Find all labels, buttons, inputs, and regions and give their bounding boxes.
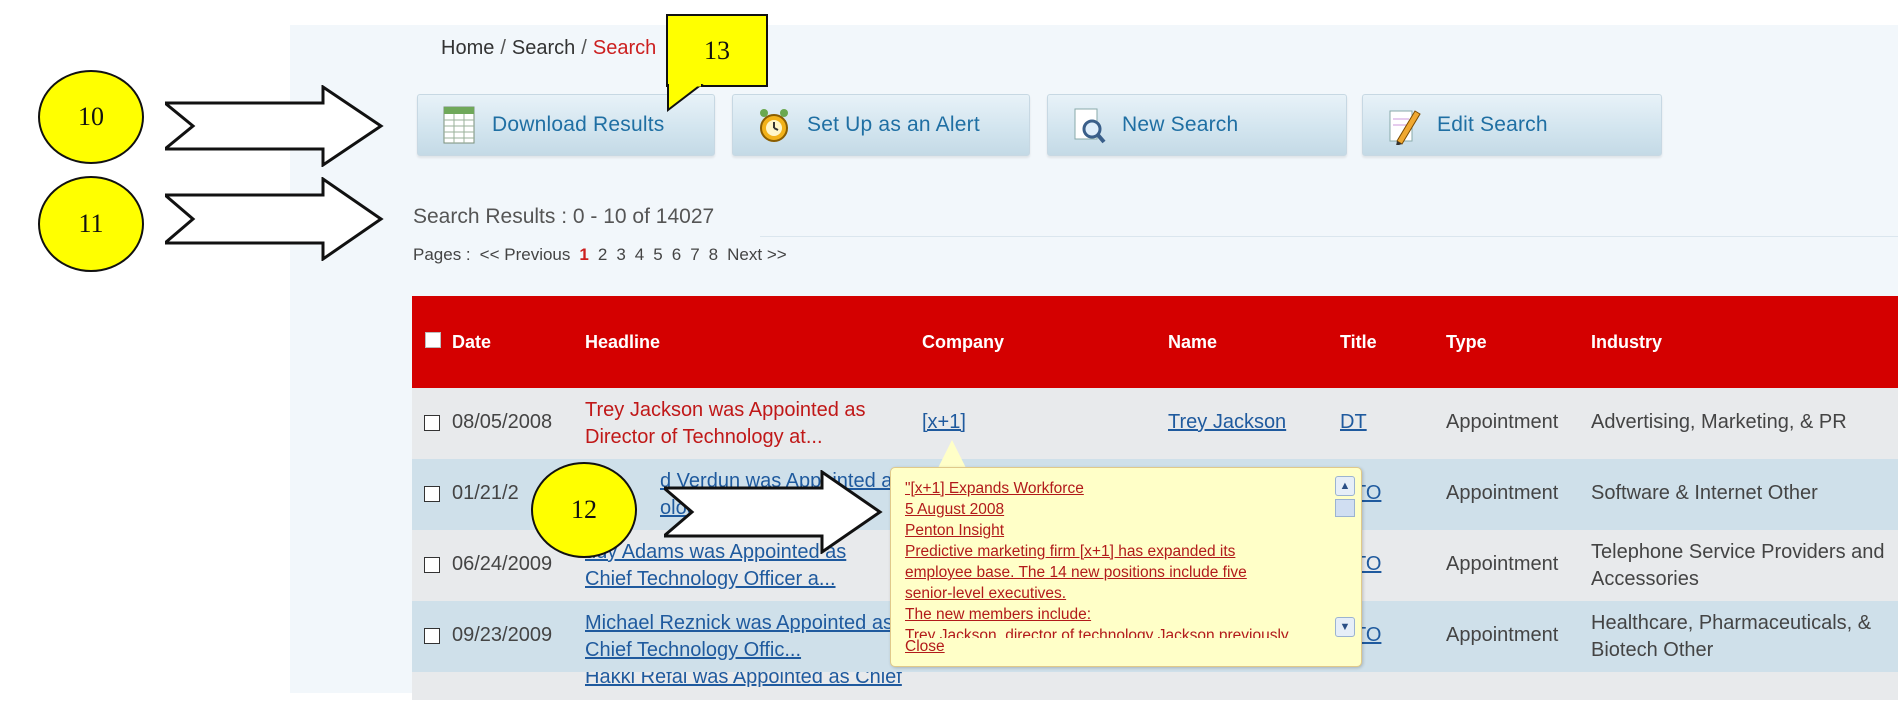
breadcrumb-search[interactable]: Search — [512, 37, 575, 59]
row-industry: Healthcare, Pharmaceuticals, & Biotech Ot… — [1591, 612, 1872, 661]
breadcrumb-current: Search — [592, 37, 657, 59]
col-headline[interactable]: Headline — [585, 332, 660, 353]
spreadsheet-icon — [442, 105, 476, 145]
set-up-alert-label: Set Up as an Alert — [807, 113, 980, 136]
page-link-8[interactable]: 8 — [709, 245, 718, 265]
download-results-label: Download Results — [492, 113, 665, 136]
annotation-11: 11 — [38, 176, 144, 272]
row-date: 09/23/2009 — [452, 624, 553, 646]
row-type: Appointment — [1446, 624, 1559, 646]
row-title[interactable]: DT — [1340, 411, 1367, 434]
row-headline[interactable]: Hakki Refai was Appointed as Chief — [585, 672, 902, 689]
row-date: 08/05/2008 — [452, 411, 553, 433]
breadcrumb: Home / Search / Search — [441, 37, 657, 59]
arrow-right-icon — [165, 177, 384, 261]
breadcrumb-home[interactable]: Home — [441, 37, 494, 59]
callout-tail — [667, 84, 704, 112]
row-date: 01/21/2 — [452, 482, 519, 504]
row-industry: Advertising, Marketing, & PR — [1591, 411, 1847, 433]
popup-scrollbar[interactable]: ▲ ▼ — [1335, 476, 1357, 640]
table-header: Date Headline Company Name Title Type In… — [412, 296, 1898, 388]
edit-search-button[interactable]: Edit Search — [1362, 94, 1662, 156]
previous-link[interactable]: << Previous — [480, 245, 571, 265]
pages-label: Pages : — [413, 245, 471, 264]
row-type: Appointment — [1446, 482, 1559, 504]
row-checkbox[interactable] — [424, 628, 440, 644]
page-link-3[interactable]: 3 — [616, 245, 625, 265]
row-headline[interactable]: Michael Reznick was Appointed as Chief Te… — [585, 610, 893, 664]
row-industry: Telephone Service Providers and Accessori… — [1591, 541, 1885, 590]
row-type: Appointment — [1446, 553, 1559, 575]
table-row: 08/05/2008 Trey Jackson was Appointed as… — [412, 388, 1898, 459]
row-type: Appointment — [1446, 411, 1559, 433]
next-link[interactable]: Next >> — [727, 245, 787, 265]
pagination: Pages : << Previous 1 2 3 4 5 6 7 8 Next… — [413, 245, 787, 265]
row-checkbox[interactable] — [424, 486, 440, 502]
row-headline[interactable]: Trey Jackson was Appointed as Director of… — [585, 397, 866, 451]
divider — [760, 236, 1898, 237]
page-link-7[interactable]: 7 — [690, 245, 699, 265]
alarm-clock-icon — [757, 105, 791, 145]
col-type[interactable]: Type — [1446, 332, 1487, 353]
row-industry: Software & Internet Other — [1591, 482, 1818, 504]
results-count: Search Results : 0 - 10 of 14027 — [413, 205, 715, 228]
magnifier-document-icon — [1072, 105, 1106, 145]
annotation-12: 12 — [531, 462, 637, 558]
popup-pointer — [938, 440, 966, 468]
scroll-thumb[interactable] — [1335, 499, 1355, 517]
new-search-label: New Search — [1122, 113, 1239, 136]
col-date[interactable]: Date — [452, 332, 491, 353]
page-link-5[interactable]: 5 — [653, 245, 662, 265]
row-date: 06/24/2009 — [452, 553, 553, 575]
arrow-right-icon — [664, 470, 883, 554]
annotation-10: 10 — [38, 70, 144, 164]
arrow-right-icon — [165, 85, 384, 167]
company-news-popup: "[x+1] Expands Workforce 5 August 2008 P… — [890, 467, 1362, 667]
row-checkbox[interactable] — [424, 415, 440, 431]
page-link-2[interactable]: 2 — [598, 245, 607, 265]
popup-content[interactable]: "[x+1] Expands Workforce 5 August 2008 P… — [905, 478, 1315, 638]
edit-search-label: Edit Search — [1437, 113, 1548, 136]
page-link-4[interactable]: 4 — [635, 245, 644, 265]
scroll-up-icon[interactable]: ▲ — [1335, 476, 1355, 496]
scroll-down-icon[interactable]: ▼ — [1335, 617, 1355, 637]
col-name[interactable]: Name — [1168, 332, 1217, 353]
set-up-alert-button[interactable]: Set Up as an Alert — [732, 94, 1030, 156]
page-link-1[interactable]: 1 — [579, 245, 588, 265]
new-search-button[interactable]: New Search — [1047, 94, 1347, 156]
col-title[interactable]: Title — [1340, 332, 1377, 353]
col-industry[interactable]: Industry — [1591, 332, 1662, 353]
table-row: Hakki Refai was Appointed as Chief — [412, 672, 1898, 700]
page-link-6[interactable]: 6 — [672, 245, 681, 265]
row-checkbox[interactable] — [424, 557, 440, 573]
select-all-checkbox[interactable] — [425, 332, 441, 348]
pencil-notepad-icon — [1387, 105, 1421, 146]
row-company[interactable]: [x+1] — [922, 411, 966, 434]
col-company[interactable]: Company — [922, 332, 1004, 353]
annotation-13: 13 — [666, 14, 768, 87]
row-name[interactable]: Trey Jackson — [1168, 411, 1286, 434]
popup-close-link[interactable]: Close — [905, 638, 945, 656]
